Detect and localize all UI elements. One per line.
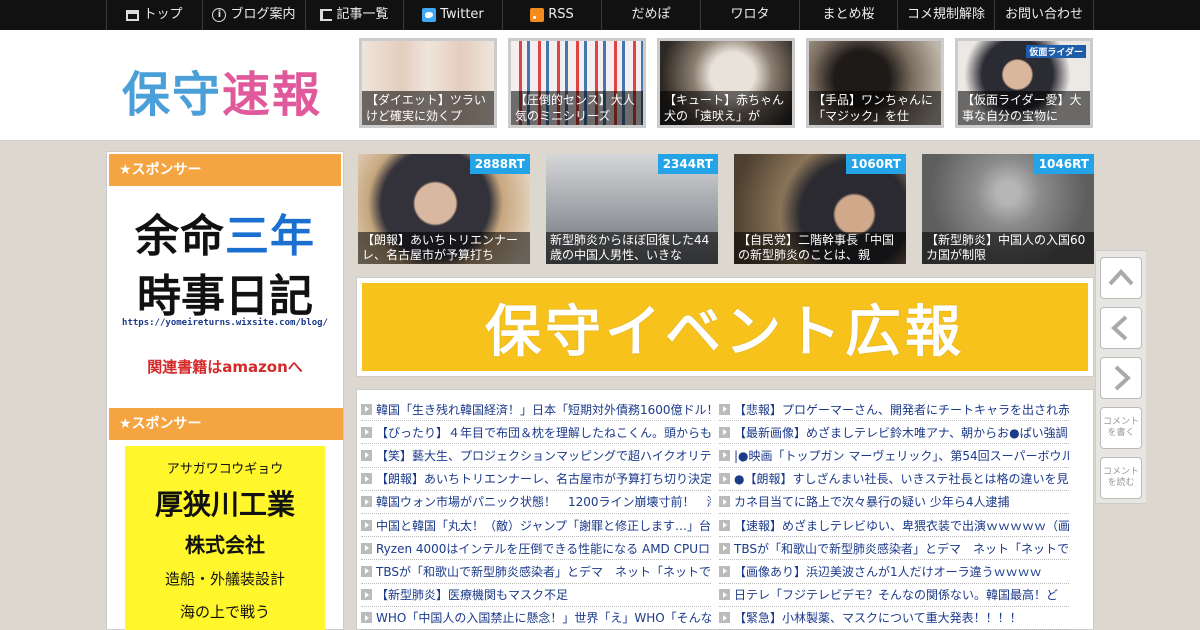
arrow-right-icon xyxy=(361,449,372,461)
arrow-right-icon xyxy=(719,449,730,461)
list-icon xyxy=(320,9,333,21)
nav-item-comment-unblock[interactable]: コメ規制解除 xyxy=(897,0,994,30)
list-item[interactable]: 【ぴったり】４年目で布団＆枕を理解したねこくん。頭からも xyxy=(361,421,711,445)
list-item[interactable]: 韓国「生き残れ韓国経済！」日本「短期対外債務1600億ドル！」 xyxy=(361,398,711,422)
nav-item-blog-guide[interactable]: i ブログ案内 xyxy=(202,0,305,30)
article-link-list: 韓国「生き残れ韓国経済！」日本「短期対外債務1600億ドル！」 【ぴったり】４年… xyxy=(356,389,1094,630)
list-item[interactable]: |●映画「トップガン マーヴェリック」、第54回スーパーボウル xyxy=(719,444,1069,468)
arrow-right-icon xyxy=(361,589,372,601)
sponsor-ad-asagawa[interactable]: アサガワコウギョウ 厚狭川工業 株式会社 造船・外艤装設計 海の上で戦う xyxy=(125,446,325,630)
arrow-right-icon xyxy=(361,565,372,577)
arrow-right-icon xyxy=(361,542,372,554)
ranking-thumb[interactable]: 2888RT 【朗報】あいちトリエンナーレ、名古屋市が予算打ち xyxy=(358,154,530,264)
arrow-right-icon xyxy=(719,542,730,554)
list-item[interactable]: Ryzen 4000はインテルを圧倒できる性能になる AMD CPUロー xyxy=(361,537,711,561)
list-item[interactable]: 【笑】藝大生、プロジェクションマッピングで超ハイクオリテ xyxy=(361,444,711,468)
arrow-right-icon xyxy=(361,519,372,531)
top-nav: トップ i ブログ案内 記事一覧 Twitter RSS だめぽ ワロタ まとめ… xyxy=(0,0,1200,30)
arrow-right-icon xyxy=(719,519,730,531)
list-item[interactable]: 【最新画像】めざましテレビ鈴木唯アナ、朝からお●ぱい強調 xyxy=(719,421,1069,445)
header-thumbnails: 【ダイエット】ツラいけど確実に効くプ 【圧倒的センス】大人気のミニシリーズ 【キ… xyxy=(359,38,1093,128)
list-item[interactable]: 日テレ「フジテレビデモ？そんなの関係ない。韓国最高！ど xyxy=(719,584,1069,607)
ranking-thumbnails: 2888RT 【朗報】あいちトリエンナーレ、名古屋市が予算打ち 2344RT 新… xyxy=(358,154,1094,264)
header-thumb[interactable]: 【手品】ワンちゃんに「マジック」を仕 xyxy=(806,38,944,128)
next-article-button[interactable] xyxy=(1100,357,1142,399)
left-sidebar: ★スポンサー 余命三年 時事日記 https://yomeireturns.wi… xyxy=(106,151,344,630)
arrow-right-icon xyxy=(719,426,730,438)
retweet-count-badge: 2344RT xyxy=(657,154,718,174)
nav-item-top[interactable]: トップ xyxy=(106,0,202,30)
ranking-thumb[interactable]: 2344RT 新型肺炎からほぼ回復した44歳の中国人男性、いきな xyxy=(546,154,718,264)
arrow-right-icon xyxy=(361,426,372,438)
arrow-right-icon xyxy=(361,403,372,415)
arrow-right-icon xyxy=(719,589,730,601)
ad-headline: 余命三年 xyxy=(135,211,315,262)
list-item[interactable]: 韓国ウォン市場がパニック状態！ 1200ライン崩壊寸前！ 海 xyxy=(361,491,711,514)
arrow-right-icon xyxy=(719,403,730,415)
arrow-right-icon xyxy=(719,473,730,485)
sponsor-heading: ★スポンサー xyxy=(109,154,341,186)
site-header: 保守速報 【ダイエット】ツラいけど確実に効くプ 【圧倒的センス】大人気のミニシリ… xyxy=(0,30,1200,141)
chevron-right-icon xyxy=(1114,365,1131,391)
nav-item-contact[interactable]: お問い合わせ xyxy=(994,0,1094,30)
list-item[interactable]: 【緊急】小林製薬、マスクについて重大発表！！！！ xyxy=(719,607,1069,630)
list-item[interactable]: 【朗報】あいちトリエンナーレ、名古屋市が予算打ち切り決定 xyxy=(361,468,711,491)
event-banner[interactable]: 保守イベント広報 xyxy=(356,277,1094,377)
list-item[interactable]: WHO「中国人の入国禁止に懸念！」世界「え」WHO「そんな xyxy=(361,607,711,630)
list-item[interactable]: 中国と韓国「丸太！（敵）ジャンプ「謝罪と修正します…」台 xyxy=(361,514,711,538)
list-item[interactable]: カネ目当てに路上で次々暴行の疑い 少年ら4人逮捕 xyxy=(719,491,1069,514)
twitter-icon xyxy=(422,8,437,22)
scroll-top-button[interactable] xyxy=(1100,257,1142,299)
arrow-right-icon xyxy=(719,612,730,624)
retweet-count-badge: 1060RT xyxy=(845,154,906,174)
retweet-count-badge: 1046RT xyxy=(1033,154,1094,174)
list-item[interactable]: 【速報】めざましテレビゆい、卑猥衣装で出演ｗｗｗｗｗ（画 xyxy=(719,514,1069,538)
chevron-up-icon xyxy=(1108,269,1134,286)
home-icon xyxy=(126,9,140,21)
rss-icon xyxy=(530,8,545,22)
list-item[interactable]: TBSが「和歌山で新型肺炎感染者」とデマ ネット「ネットで xyxy=(719,537,1069,561)
link-column-left: 韓国「生き残れ韓国経済！」日本「短期対外債務1600億ドル！」 【ぴったり】４年… xyxy=(361,398,711,630)
arrow-right-icon xyxy=(361,496,372,508)
floating-nav-bar: コメントを書く コメントを読む xyxy=(1095,250,1146,504)
ad-url: https://yomeireturns.wixsite.com/blog/ xyxy=(122,318,328,328)
link-column-right: 【悲報】プロゲーマーさん、開発者にチートキャラを出され赤 【最新画像】めざましテ… xyxy=(719,398,1069,630)
header-thumb[interactable]: 【ダイエット】ツラいけど確実に効くプ xyxy=(359,38,497,128)
write-comment-button[interactable]: コメントを書く xyxy=(1100,407,1142,449)
sponsor-heading: ★スポンサー xyxy=(109,408,343,440)
arrow-right-icon xyxy=(719,565,730,577)
site-logo[interactable]: 保守速報 xyxy=(122,55,322,125)
list-item[interactable]: 【悲報】プロゲーマーさん、開発者にチートキャラを出され赤 xyxy=(719,398,1069,422)
nav-item-rss[interactable]: RSS xyxy=(502,0,601,30)
thumb-overlay-text: 仮面ライダー xyxy=(1026,45,1086,58)
arrow-right-icon xyxy=(361,473,372,485)
list-item[interactable]: 【新型肺炎】医療機関もマスク不足 xyxy=(361,584,711,607)
arrow-right-icon xyxy=(719,496,730,508)
ad-amazon-link[interactable]: 関連書籍はamazonへ xyxy=(107,356,343,377)
retweet-count-badge: 2888RT xyxy=(469,154,530,174)
chevron-left-icon xyxy=(1111,315,1128,341)
ranking-thumb[interactable]: 1046RT 【新型肺炎】中国人の入国60カ国が制限 xyxy=(922,154,1094,264)
header-thumb[interactable]: 【キュート】赤ちゃん犬の「遠吠え」が xyxy=(657,38,795,128)
list-item[interactable]: 【画像あり】浜辺美波さんが1人だけオーラ違うｗｗｗｗ xyxy=(719,560,1069,584)
arrow-right-icon xyxy=(361,612,372,624)
ad-headline-2: 時事日記 xyxy=(137,271,313,322)
read-comment-button[interactable]: コメントを読む xyxy=(1100,457,1142,499)
list-item[interactable]: TBSが「和歌山で新型肺炎感染者」とデマ ネット「ネットで xyxy=(361,560,711,584)
header-thumb[interactable]: 仮面ライダー 【仮面ライダー愛】大事な自分の宝物に xyxy=(955,38,1093,128)
sponsor-ad-yomei[interactable]: 余命三年 時事日記 https://yomeireturns.wixsite.c… xyxy=(107,188,343,394)
nav-item-matome-sakura[interactable]: まとめ桜 xyxy=(799,0,897,30)
nav-item-article-list[interactable]: 記事一覧 xyxy=(305,0,403,30)
list-item[interactable]: ●【朗報】すしざんまい社長、いきステ社長とは格の違いを見せ xyxy=(719,468,1069,491)
nav-item-warota[interactable]: ワロタ xyxy=(700,0,799,30)
nav-item-damepo[interactable]: だめぽ xyxy=(601,0,700,30)
ranking-thumb[interactable]: 1060RT 【自民党】二階幹事長「中国の新型肺炎のことは、親 xyxy=(734,154,906,264)
nav-menu: トップ i ブログ案内 記事一覧 Twitter RSS だめぽ ワロタ まとめ… xyxy=(106,0,1094,30)
nav-item-twitter[interactable]: Twitter xyxy=(403,0,502,30)
previous-article-button[interactable] xyxy=(1100,307,1142,349)
header-thumb[interactable]: 【圧倒的センス】大人気のミニシリーズ xyxy=(508,38,646,128)
info-icon: i xyxy=(212,8,227,22)
